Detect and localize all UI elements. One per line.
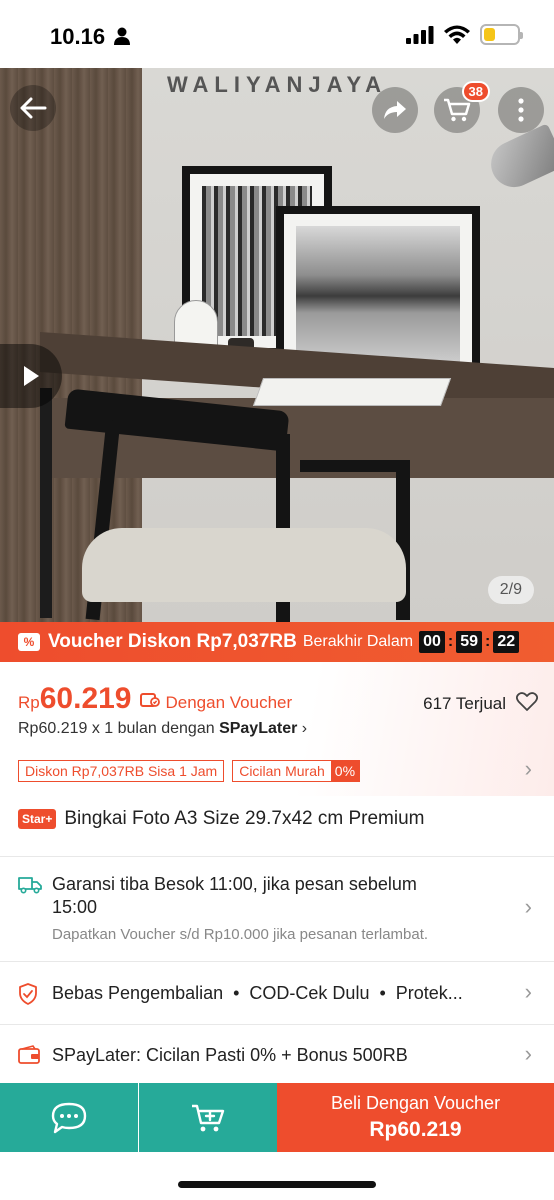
voucher-banner[interactable]: % Voucher Diskon Rp7,037RB Berakhir Dala…	[0, 622, 554, 662]
voucher-ends-label: Berakhir Dalam	[302, 633, 414, 650]
person-icon	[114, 27, 130, 45]
voucher-tag-icon	[139, 693, 160, 707]
discount-tag: Diskon Rp7,037RB Sisa 1 Jam	[18, 760, 225, 782]
play-video-button[interactable]	[0, 344, 62, 408]
heart-icon	[515, 692, 539, 711]
buy-with-voucher-button[interactable]: Beli Dengan Voucher Rp60.219	[277, 1083, 554, 1152]
book-illustration	[252, 378, 452, 406]
chevron-right-icon: ›	[301, 720, 308, 737]
status-icons	[406, 24, 523, 45]
timer-minutes: 59	[456, 631, 483, 653]
installment-brand: SPayLater	[219, 720, 298, 737]
sold-count: 617 Terjual	[423, 694, 506, 713]
timer-hours: 00	[419, 631, 445, 653]
promo-tags: Diskon Rp7,037RB Sisa 1 Jam Cicilan Mura…	[18, 760, 361, 782]
shipping-text-line1: Garansi tiba Besok 11:00, jika pesan seb…	[52, 874, 417, 894]
price-note: Dengan Voucher	[165, 693, 293, 712]
more-options-button[interactable]	[498, 87, 544, 133]
price-section: Rp 60.219 Dengan Voucher 617 Terjual Rp6…	[0, 662, 554, 796]
wifi-icon	[444, 25, 470, 44]
share-button[interactable]	[372, 87, 418, 133]
chevron-right-icon: ›	[524, 979, 532, 1004]
buy-button-label: Beli Dengan Voucher	[330, 1093, 501, 1113]
battery-icon	[480, 24, 523, 45]
product-title: Bingkai Foto A3 Size 29.7x42 cm Premium	[64, 808, 425, 829]
cart-icon	[444, 98, 471, 122]
play-icon	[24, 366, 39, 386]
add-to-cart-icon	[192, 1104, 225, 1131]
shipping-guarantee-row[interactable]: Garansi tiba Besok 11:00, jika pesan seb…	[0, 856, 554, 960]
product-title-row: Star+ Bingkai Foto A3 Size 29.7x42 cm Pr…	[18, 808, 424, 830]
star-plus-badge: Star+	[18, 809, 57, 829]
share-icon	[384, 101, 406, 119]
price-currency: Rp	[18, 693, 40, 712]
timer-seconds: 22	[493, 631, 520, 653]
installment-text: Rp60.219 x 1 bulan dengan	[18, 720, 215, 737]
chat-button[interactable]	[0, 1083, 138, 1152]
price-value: 60.219	[39, 682, 132, 715]
shipping-text-line2: 15:00	[52, 897, 98, 917]
shipping-subtext: Dapatkan Voucher s/d Rp10.000 jika pesan…	[52, 926, 429, 943]
cart-count-badge: 38	[461, 81, 490, 102]
shield-icon	[19, 983, 37, 1005]
bottom-action-bar: Beli Dengan Voucher Rp60.219	[0, 1083, 554, 1152]
chat-icon	[51, 1102, 87, 1133]
voucher-title: Voucher Diskon Rp7,037RB	[48, 631, 297, 652]
image-counter: 2/9	[487, 576, 534, 604]
chevron-right-icon[interactable]: ›	[525, 756, 532, 782]
product-image-gallery[interactable]: WALIYANJAYA 38 2/9	[0, 68, 554, 622]
truck-icon	[18, 877, 42, 894]
status-bar: 10.16	[0, 0, 554, 68]
signal-icon	[406, 25, 434, 44]
back-button[interactable]	[10, 85, 56, 131]
countdown-timer: 00 : 59 : 22	[419, 631, 520, 653]
voucher-icon: %	[18, 633, 40, 651]
favorite-button[interactable]	[515, 692, 539, 717]
home-indicator[interactable]	[178, 1181, 376, 1188]
add-to-cart-button[interactable]	[139, 1083, 277, 1152]
chevron-right-icon: ›	[524, 894, 532, 919]
chevron-right-icon: ›	[524, 1041, 532, 1066]
more-icon	[518, 98, 524, 122]
buy-button-price: Rp60.219	[369, 1118, 462, 1141]
wallet-icon	[18, 1045, 40, 1064]
spaylater-text: SPayLater: Cicilan Pasti 0% + Bonus 500R…	[52, 1045, 408, 1065]
guarantee-text: Bebas Pengembalian • COD-Cek Dulu • Prot…	[52, 983, 463, 1003]
price-row: Rp 60.219 Dengan Voucher	[18, 682, 292, 716]
cicilan-tag: Cicilan Murah 0%	[232, 760, 361, 782]
installment-info[interactable]: Rp60.219 x 1 bulan dengan SPayLater ›	[18, 720, 307, 738]
cart-button[interactable]: 38	[434, 81, 490, 133]
status-time: 10.16	[50, 24, 106, 49]
guarantee-row[interactable]: Bebas Pengembalian • COD-Cek Dulu • Prot…	[0, 962, 554, 1024]
back-arrow-icon	[20, 97, 47, 119]
spaylater-row[interactable]: SPayLater: Cicilan Pasti 0% + Bonus 500R…	[0, 1025, 554, 1083]
